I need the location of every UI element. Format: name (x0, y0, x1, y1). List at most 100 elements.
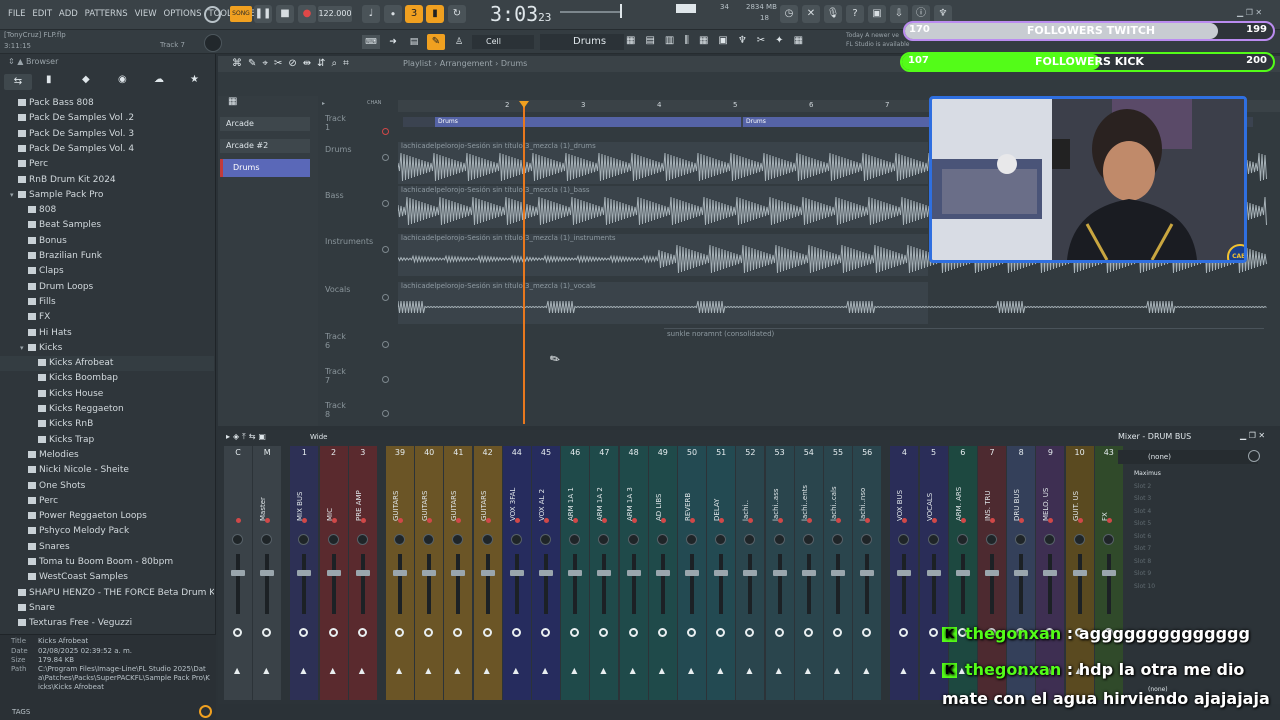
picker-icon[interactable]: ▦ (228, 96, 237, 107)
browser-item[interactable]: Kicks Reggaeton (0, 402, 214, 417)
volume-fader-handle[interactable] (231, 570, 245, 576)
volume-fader-track[interactable] (544, 554, 548, 614)
insert-enable-icon[interactable] (302, 518, 308, 523)
pan-knob[interactable] (715, 534, 727, 545)
insert-enable-icon[interactable] (1106, 518, 1112, 523)
volume-fader-handle[interactable] (926, 570, 941, 576)
insert-enable-icon[interactable] (331, 518, 337, 523)
route-toggle-icon[interactable] (628, 628, 638, 637)
insert-enable-icon[interactable] (1019, 518, 1025, 523)
route-toggle-icon[interactable] (803, 628, 813, 637)
effect-slot[interactable]: Maximus (1126, 468, 1254, 479)
pan-knob[interactable] (1015, 534, 1027, 545)
stamp-icon[interactable]: ♙ (450, 35, 468, 49)
pan-knob[interactable] (481, 534, 493, 545)
volume-fader-handle[interactable] (655, 570, 670, 576)
menu-options[interactable]: OPTIONS (162, 0, 204, 28)
browser-favorites-tab[interactable]: ★ (190, 74, 199, 85)
pan-knob[interactable] (1102, 534, 1114, 545)
browser-cloud-tab[interactable]: ☁ (154, 74, 164, 85)
pan-knob[interactable] (927, 534, 939, 545)
track-header[interactable]: Bass (325, 191, 344, 200)
route-toggle-icon[interactable] (357, 628, 367, 637)
route-toggle-icon[interactable] (745, 628, 755, 637)
mixer-strip[interactable]: 44 VOX 3FAL ▲ (502, 446, 531, 700)
route-toggle-icon[interactable] (233, 628, 242, 637)
volume-fader-track[interactable] (331, 554, 336, 614)
browser-item[interactable]: Kicks Trap (0, 433, 214, 448)
pan-knob[interactable] (327, 534, 339, 545)
send-arrow-icon[interactable]: ▲ (746, 666, 752, 675)
volume-fader-handle[interactable] (260, 570, 275, 576)
mixer-strip[interactable]: 51 DELAY ▲ (707, 446, 736, 700)
effect-slot[interactable]: Slot 7 (1126, 543, 1254, 554)
wait-input-icon[interactable]: ⏺ (384, 5, 402, 23)
keyboard-icon[interactable]: ⌨ (362, 35, 380, 49)
pan-knob[interactable] (261, 534, 273, 545)
track-header[interactable]: Drums (325, 145, 351, 154)
effect-slot[interactable]: Slot 5 (1126, 518, 1254, 529)
volume-fader-handle[interactable] (743, 570, 758, 576)
route-toggle-icon[interactable] (511, 628, 521, 637)
expand-toggle-icon[interactable]: ▾ (20, 341, 28, 356)
expand-toggle-icon[interactable]: ▾ (10, 188, 18, 203)
browser-item[interactable]: Fills (0, 295, 214, 310)
volume-fader-track[interactable] (719, 554, 724, 614)
browser-item[interactable]: Nicki Nicole - Sheite (0, 463, 214, 478)
volume-fader-handle[interactable] (393, 570, 407, 576)
browser-item[interactable]: ▾ Sample Pack Pro (0, 188, 214, 203)
browser-item[interactable]: 808 (0, 203, 214, 218)
route-toggle-icon[interactable] (657, 628, 667, 637)
browser-item[interactable]: One Shots (0, 479, 214, 494)
stretch-icon[interactable]: ✕ (802, 5, 820, 23)
pan-knob[interactable] (656, 534, 668, 545)
send-arrow-icon[interactable]: ▲ (805, 666, 811, 675)
tempo-display[interactable]: 122.000 (318, 6, 352, 22)
pattern-clip-2[interactable]: Drums (743, 117, 933, 127)
pan-knob[interactable] (744, 534, 756, 545)
pan-knob[interactable] (298, 534, 310, 545)
send-arrow-icon[interactable]: ▲ (484, 666, 490, 675)
track-header[interactable]: Track 7 (325, 367, 346, 385)
pan-knob[interactable] (627, 534, 639, 545)
volume-fader-handle[interactable] (1043, 570, 1058, 576)
save-icon[interactable]: ▣ (868, 5, 886, 23)
pattern-selector[interactable]: Drums (540, 34, 624, 50)
typing-keyboard-icon[interactable]: ▤ (405, 35, 423, 49)
volume-fader-handle[interactable] (509, 570, 524, 576)
insert-enable-icon[interactable] (931, 518, 937, 523)
mixer-strip[interactable]: 56 lachi..nso ▲ (853, 446, 882, 700)
browser-item[interactable]: Perc (0, 494, 214, 509)
volume-fader-handle[interactable] (451, 570, 466, 576)
volume-fader-handle[interactable] (801, 570, 816, 576)
volume-fader-handle[interactable] (772, 570, 787, 576)
pan-knob[interactable] (569, 534, 581, 545)
track-mute-icon[interactable] (382, 246, 389, 253)
browser-item[interactable]: Beat Samples (0, 218, 214, 233)
send-arrow-icon[interactable]: ▲ (263, 666, 269, 675)
volume-fader-track[interactable] (1048, 554, 1053, 614)
send-arrow-icon[interactable]: ▲ (542, 666, 548, 675)
browser-item[interactable]: RnB Drum Kit 2024 (0, 173, 214, 188)
route-toggle-icon[interactable] (687, 628, 696, 637)
pattern-clip-1[interactable]: Drums (435, 117, 741, 127)
browser-item[interactable]: WestCoast Samples (0, 570, 214, 585)
mixer-strip[interactable]: 54 lachi..ents ▲ (794, 446, 823, 700)
mic-icon[interactable]: 🎙︎ (824, 5, 842, 23)
volume-fader-track[interactable] (836, 554, 840, 614)
insert-preset-select[interactable]: (none) (1118, 450, 1258, 464)
volume-fader-handle[interactable] (355, 570, 370, 576)
export-icon[interactable]: ⇩ (890, 5, 908, 23)
snap-selector[interactable]: Cell (472, 35, 534, 49)
insert-enable-icon[interactable] (690, 518, 695, 523)
insert-enable-icon[interactable] (990, 518, 995, 523)
metronome-icon[interactable]: ♩ (362, 5, 380, 23)
insert-enable-icon[interactable] (360, 518, 366, 523)
pan-knob[interactable] (986, 534, 997, 545)
track-header[interactable]: Track 1 (325, 114, 346, 132)
insert-enable-icon[interactable] (514, 518, 520, 523)
volume-fader-track[interactable] (514, 554, 519, 614)
browser-item[interactable]: Kicks Afrobeat (0, 356, 214, 372)
volume-fader-track[interactable] (302, 554, 307, 614)
pan-knob[interactable] (861, 534, 873, 545)
